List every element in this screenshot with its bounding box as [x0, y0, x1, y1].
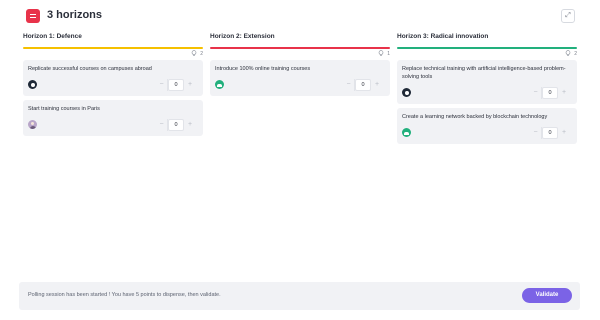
points-value[interactable]: 0	[355, 79, 371, 91]
column-title: Horizon 1: Defence	[23, 33, 82, 40]
points-value[interactable]: 0	[168, 79, 184, 91]
expand-icon[interactable]: ⤢	[561, 9, 575, 23]
decrement-button[interactable]: −	[343, 79, 355, 91]
idea-count: 1	[387, 50, 390, 57]
increment-button[interactable]: +	[371, 79, 383, 91]
board-title: 3 horizons	[47, 9, 103, 21]
column-horizon-3: Horizon 3: Radical innovation 2 Replace …	[397, 32, 577, 144]
card-text: Introduce 100% online training courses	[215, 66, 311, 72]
idea-count: 2	[200, 50, 203, 57]
increment-button[interactable]: +	[558, 127, 570, 139]
column-idea-count: 2	[23, 49, 203, 58]
column-title: Horizon 2: Extension	[210, 33, 275, 40]
lightbulb-icon	[565, 50, 571, 56]
author-avatar	[28, 120, 37, 129]
points-value[interactable]: 0	[542, 87, 558, 99]
polling-footer: Polling session has been started ! You h…	[19, 282, 580, 310]
app-logo-icon	[26, 9, 40, 23]
points-value[interactable]: 0	[168, 119, 184, 131]
polling-status-message: Polling session has been started ! You h…	[28, 292, 221, 298]
column-idea-count: 2	[397, 49, 577, 58]
idea-card[interactable]: Replace technical training with artifici…	[397, 60, 577, 104]
decrement-button[interactable]: −	[156, 79, 168, 91]
card-text: Start training courses in Paris	[28, 106, 100, 112]
column-idea-count: 1	[210, 49, 390, 58]
idea-card[interactable]: Create a learning network backed by bloc…	[397, 108, 577, 144]
card-text: Create a learning network backed by bloc…	[402, 114, 548, 120]
decrement-button[interactable]: −	[530, 127, 542, 139]
idea-card[interactable]: Start training courses in Paris − 0 +	[23, 100, 203, 136]
points-stepper: − 0 +	[530, 87, 570, 99]
card-text: Replicate successful courses on campuses…	[28, 66, 152, 72]
author-avatar	[215, 80, 224, 89]
idea-card[interactable]: Introduce 100% online training courses −…	[210, 60, 390, 96]
decrement-button[interactable]: −	[530, 87, 542, 99]
points-stepper: − 0 +	[156, 119, 196, 131]
idea-count: 2	[574, 50, 577, 57]
author-avatar	[28, 80, 37, 89]
column-title: Horizon 3: Radical innovation	[397, 33, 489, 40]
lightbulb-icon	[191, 50, 197, 56]
points-value[interactable]: 0	[542, 127, 558, 139]
column-horizon-2: Horizon 2: Extension 1 Introduce 100% on…	[210, 32, 390, 96]
increment-button[interactable]: +	[184, 79, 196, 91]
decrement-button[interactable]: −	[156, 119, 168, 131]
increment-button[interactable]: +	[558, 87, 570, 99]
validate-button[interactable]: Validate	[522, 288, 572, 303]
increment-button[interactable]: +	[184, 119, 196, 131]
points-stepper: − 0 +	[156, 79, 196, 91]
lightbulb-icon	[378, 50, 384, 56]
card-text: Replace technical training with artifici…	[402, 66, 566, 80]
author-avatar	[402, 88, 411, 97]
author-avatar	[402, 128, 411, 137]
points-stepper: − 0 +	[530, 127, 570, 139]
points-stepper: − 0 +	[343, 79, 383, 91]
board-header: 3 horizons ⤢	[0, 0, 600, 34]
column-horizon-1: Horizon 1: Defence 2 Replicate successfu…	[23, 32, 203, 136]
idea-card[interactable]: Replicate successful courses on campuses…	[23, 60, 203, 96]
